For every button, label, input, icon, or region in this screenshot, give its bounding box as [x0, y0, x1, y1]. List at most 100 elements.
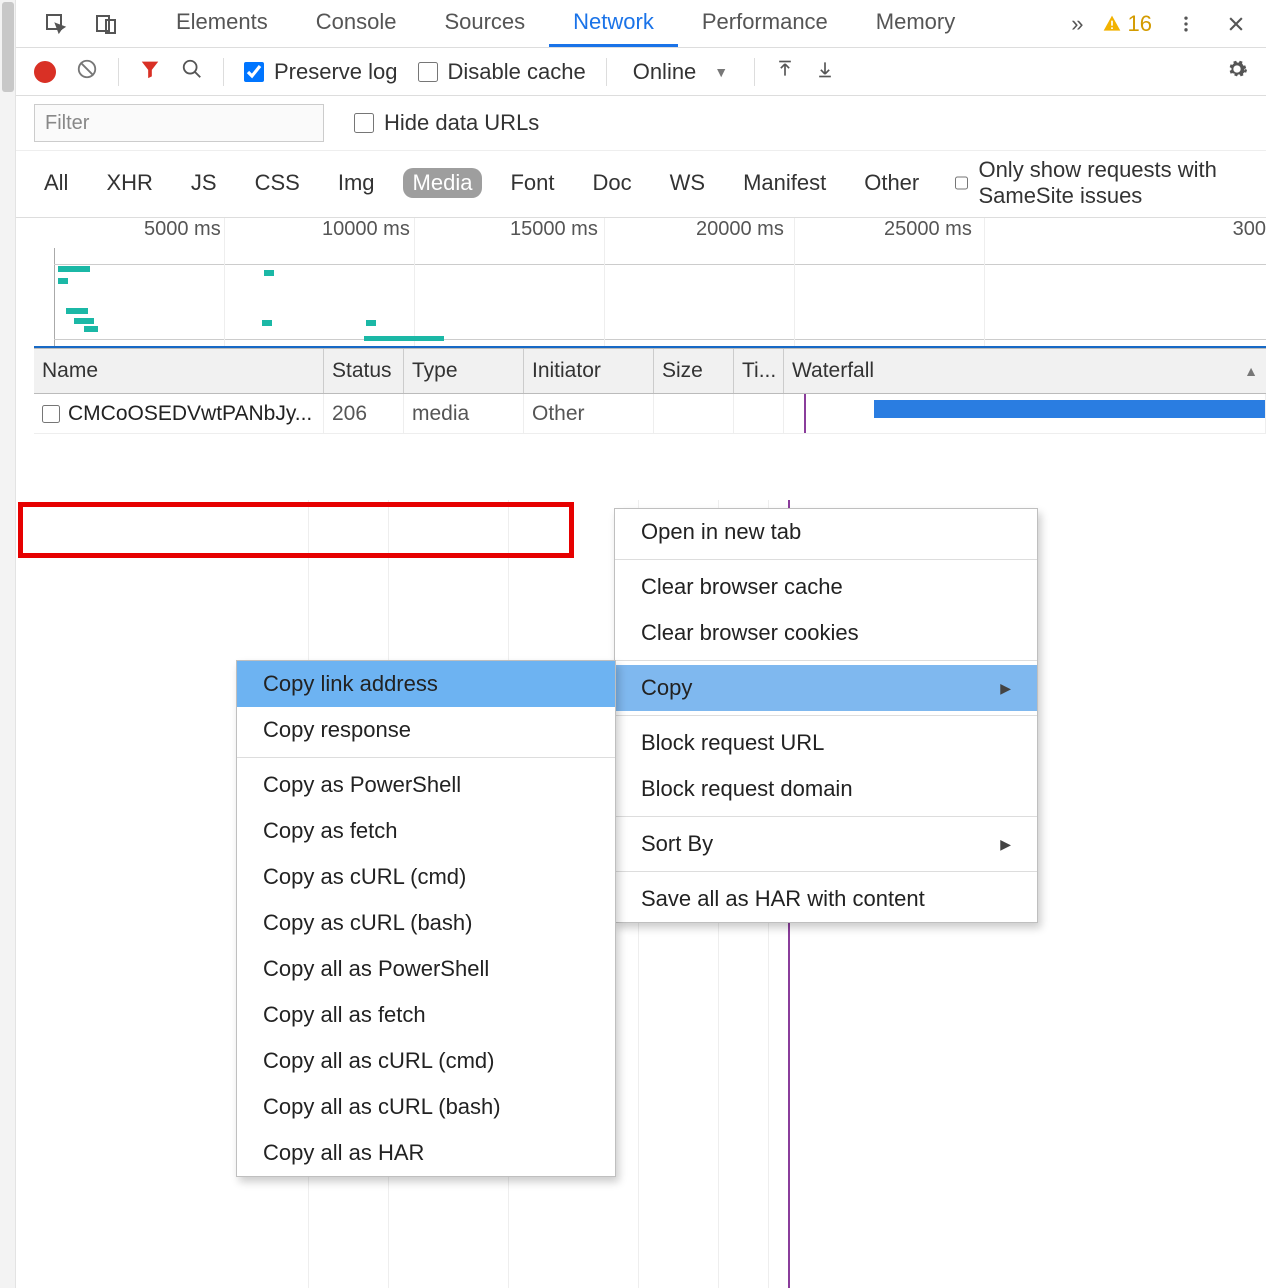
menu-copy[interactable]: Copy▶: [615, 665, 1037, 711]
network-toolbar: Preserve log Disable cache Online ▼: [16, 48, 1266, 96]
submenu-copy-link[interactable]: Copy link address: [237, 661, 615, 707]
preserve-log-checkbox[interactable]: Preserve log: [244, 59, 398, 85]
search-icon[interactable]: [181, 58, 203, 85]
row-checkbox[interactable]: [42, 405, 60, 423]
submenu-copy-response[interactable]: Copy response: [237, 707, 615, 753]
import-har-icon[interactable]: [775, 59, 795, 84]
tick: 20000 ms: [696, 218, 784, 241]
devtools-tabbar: Elements Console Sources Network Perform…: [16, 0, 1266, 48]
col-time[interactable]: Ti...: [734, 349, 784, 393]
submenu-copy-all-curl-cmd[interactable]: Copy all as cURL (cmd): [237, 1038, 615, 1084]
type-img[interactable]: Img: [328, 168, 385, 198]
submenu-copy-all-powershell[interactable]: Copy all as PowerShell: [237, 946, 615, 992]
tick: 15000 ms: [510, 218, 598, 241]
submenu-arrow-icon: ▶: [1000, 680, 1011, 697]
type-xhr[interactable]: XHR: [96, 168, 162, 198]
col-size[interactable]: Size: [654, 349, 734, 393]
timeline-overview[interactable]: 5000 ms 10000 ms 15000 ms 20000 ms 25000…: [34, 218, 1266, 348]
requests-table: Name Status Type Initiator Size Ti... Wa…: [34, 348, 1266, 434]
tab-sources[interactable]: Sources: [420, 0, 549, 47]
tab-performance[interactable]: Performance: [678, 0, 852, 47]
tab-memory[interactable]: Memory: [852, 0, 979, 47]
warnings-count: 16: [1128, 11, 1152, 37]
menu-save-har[interactable]: Save all as HAR with content: [615, 876, 1037, 922]
col-name[interactable]: Name: [34, 349, 324, 393]
tick: 5000 ms: [144, 218, 221, 241]
type-css[interactable]: CSS: [245, 168, 310, 198]
tab-console[interactable]: Console: [292, 0, 421, 47]
type-js[interactable]: JS: [181, 168, 227, 198]
type-all[interactable]: All: [34, 168, 78, 198]
cell-size: [654, 394, 734, 433]
type-font[interactable]: Font: [500, 168, 564, 198]
type-media[interactable]: Media: [403, 168, 483, 198]
tab-network[interactable]: Network: [549, 0, 678, 47]
cell-initiator: Other: [524, 394, 654, 433]
inspect-icon[interactable]: [40, 8, 72, 40]
samesite-label: Only show requests with SameSite issues: [978, 157, 1248, 209]
menu-block-domain[interactable]: Block request domain: [615, 766, 1037, 812]
submenu-copy-fetch[interactable]: Copy as fetch: [237, 808, 615, 854]
settings-icon[interactable]: [1226, 58, 1248, 85]
disable-cache-checkbox[interactable]: Disable cache: [418, 59, 586, 85]
throttling-select[interactable]: Online ▼: [627, 57, 734, 87]
separator: [118, 58, 119, 86]
samesite-checkbox[interactable]: Only show requests with SameSite issues: [955, 157, 1248, 209]
warnings-badge[interactable]: 16: [1102, 11, 1152, 37]
context-menu: Open in new tab Clear browser cache Clea…: [614, 508, 1038, 923]
filter-input[interactable]: Filter: [34, 104, 324, 142]
clear-icon[interactable]: [76, 58, 98, 85]
tab-elements[interactable]: Elements: [152, 0, 292, 47]
hide-data-urls-label: Hide data URLs: [384, 110, 539, 136]
cell-status: 206: [324, 394, 404, 433]
throttling-value: Online: [633, 59, 697, 85]
tick: 10000 ms: [322, 218, 410, 241]
submenu-copy-all-fetch[interactable]: Copy all as fetch: [237, 992, 615, 1038]
cell-type: media: [404, 394, 524, 433]
record-button[interactable]: [34, 61, 56, 83]
submenu-copy-curl-cmd[interactable]: Copy as cURL (cmd): [237, 854, 615, 900]
menu-block-url[interactable]: Block request URL: [615, 720, 1037, 766]
hide-data-urls-checkbox[interactable]: Hide data URLs: [354, 110, 539, 136]
copy-submenu: Copy link address Copy response Copy as …: [236, 660, 616, 1177]
submenu-copy-all-har[interactable]: Copy all as HAR: [237, 1130, 615, 1176]
col-waterfall[interactable]: Waterfall▲: [784, 349, 1266, 393]
col-status[interactable]: Status: [324, 349, 404, 393]
submenu-arrow-icon: ▶: [1000, 836, 1011, 853]
menu-clear-cache[interactable]: Clear browser cache: [615, 564, 1037, 610]
table-header: Name Status Type Initiator Size Ti... Wa…: [34, 349, 1266, 394]
filter-toggle-icon[interactable]: [139, 58, 161, 85]
table-row[interactable]: CMCoOSEDVwtPANbJy... 206 media Other: [34, 394, 1266, 434]
cell-waterfall: [784, 394, 1266, 433]
disable-cache-label: Disable cache: [448, 59, 586, 85]
separator: [223, 58, 224, 86]
sort-asc-icon: ▲: [1244, 363, 1258, 379]
type-filter-row: All XHR JS CSS Img Media Font Doc WS Man…: [16, 151, 1266, 218]
cell-time: [734, 394, 784, 433]
close-icon[interactable]: [1220, 8, 1252, 40]
type-other[interactable]: Other: [854, 168, 929, 198]
col-type[interactable]: Type: [404, 349, 524, 393]
submenu-copy-curl-bash[interactable]: Copy as cURL (bash): [237, 900, 615, 946]
tick: 25000 ms: [884, 218, 972, 241]
kebab-menu-icon[interactable]: [1170, 8, 1202, 40]
menu-sort-by[interactable]: Sort By▶: [615, 821, 1037, 867]
scrollbar-thumb[interactable]: [2, 2, 14, 92]
tick: 300: [1233, 218, 1266, 241]
separator: [754, 58, 755, 86]
cell-name: CMCoOSEDVwtPANbJy...: [34, 394, 324, 433]
filter-bar: Filter Hide data URLs: [16, 96, 1266, 151]
menu-clear-cookies[interactable]: Clear browser cookies: [615, 610, 1037, 656]
device-toggle-icon[interactable]: [90, 8, 122, 40]
submenu-copy-all-curl-bash[interactable]: Copy all as cURL (bash): [237, 1084, 615, 1130]
type-manifest[interactable]: Manifest: [733, 168, 836, 198]
export-har-icon[interactable]: [815, 59, 835, 84]
separator: [606, 58, 607, 86]
scrollbar[interactable]: [0, 0, 16, 1288]
col-initiator[interactable]: Initiator: [524, 349, 654, 393]
type-doc[interactable]: Doc: [582, 168, 641, 198]
more-tabs-icon[interactable]: »: [1071, 11, 1083, 37]
menu-open-new-tab[interactable]: Open in new tab: [615, 509, 1037, 555]
submenu-copy-powershell[interactable]: Copy as PowerShell: [237, 762, 615, 808]
type-ws[interactable]: WS: [660, 168, 715, 198]
